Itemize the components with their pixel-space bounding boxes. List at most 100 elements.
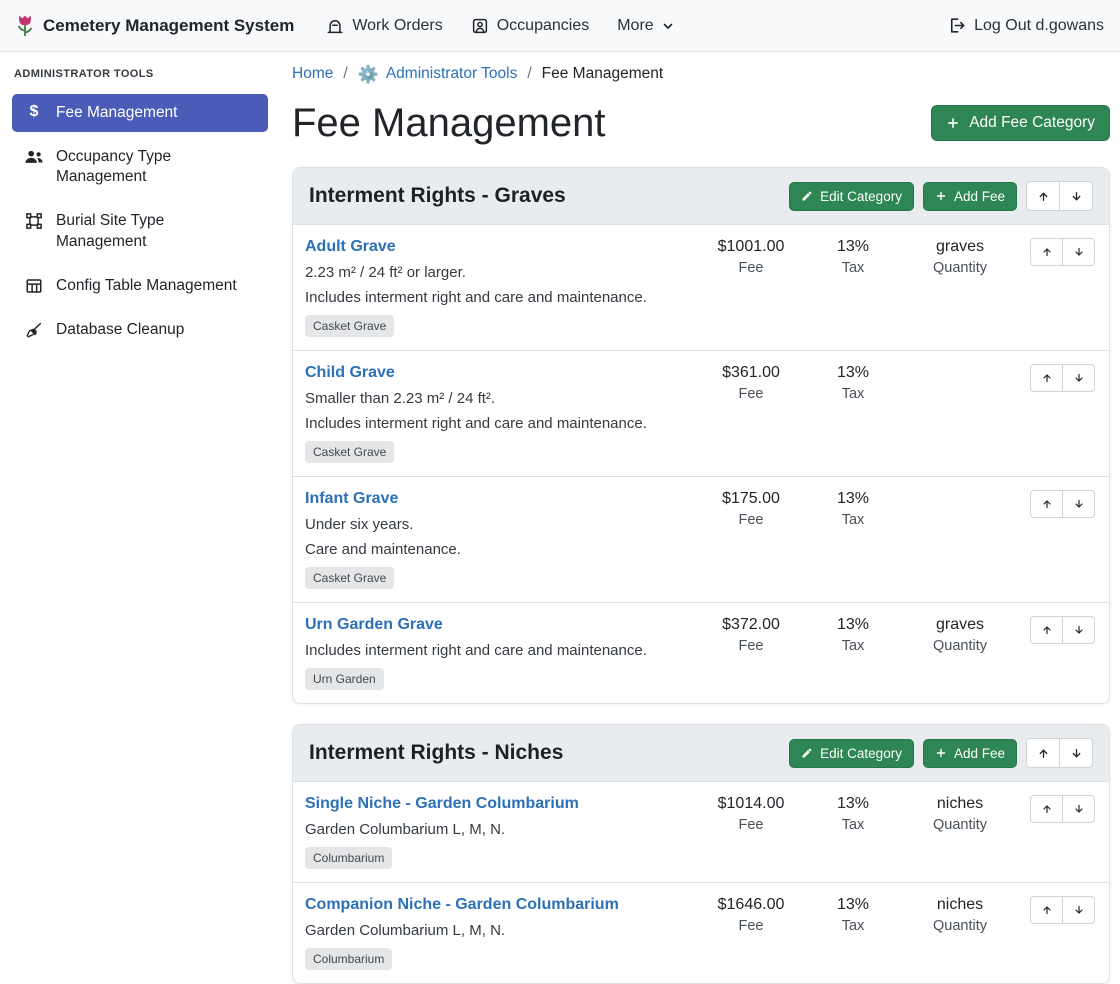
move-fee-down-button[interactable]	[1062, 490, 1095, 518]
fee-name-link[interactable]: Single Niche - Garden Columbarium	[305, 795, 579, 813]
sidebar-item-config-table-management[interactable]: Config Table Management	[12, 267, 268, 305]
fee-amount: $361.00	[701, 364, 801, 382]
move-fee-down-button[interactable]	[1062, 364, 1095, 392]
quantity-cell: graves Quantity	[905, 238, 1015, 276]
plus-icon	[935, 190, 947, 202]
fee-type-badge: Columbarium	[305, 847, 392, 869]
sidebar-item-occupancy-type-management[interactable]: Occupancy Type Management	[12, 138, 268, 196]
fee-description: Includes interment right and care and ma…	[305, 289, 701, 306]
dollar-icon: $	[24, 104, 44, 120]
breadcrumb-admin-tools-link[interactable]: ⚙️ Administrator Tools	[358, 65, 518, 83]
fee-amount: $1646.00	[701, 896, 801, 914]
logout-button[interactable]: Log Out d.gowans	[947, 16, 1104, 35]
move-fee-up-button[interactable]	[1030, 616, 1063, 644]
tax-cell: 13% Tax	[801, 795, 905, 833]
quantity-unit: graves	[905, 616, 1015, 634]
pencil-icon	[801, 747, 813, 759]
nav-occupancies[interactable]: Occupancies	[471, 17, 590, 35]
sidebar-item-database-cleanup[interactable]: Database Cleanup	[12, 311, 268, 349]
fee-label: Fee	[701, 260, 801, 276]
fee-info: Adult Grave 2.23 m² / 24 ft² or larger. …	[305, 238, 701, 337]
fee-name-link[interactable]: Urn Garden Grave	[305, 616, 443, 634]
move-fee-down-button[interactable]	[1062, 795, 1095, 823]
fee-row-single-niche: Single Niche - Garden Columbarium Garden…	[293, 782, 1109, 883]
move-fee-up-button[interactable]	[1030, 795, 1063, 823]
tax-value: 13%	[801, 795, 905, 813]
tax-cell: 13% Tax	[801, 490, 905, 528]
fee-description: Smaller than 2.23 m² / 24 ft².	[305, 390, 701, 407]
tax-label: Tax	[801, 638, 905, 654]
move-category-up-button[interactable]	[1026, 181, 1060, 211]
quantity-unit: graves	[905, 238, 1015, 256]
logout-icon	[947, 16, 966, 35]
nav-more[interactable]: More	[617, 17, 673, 35]
move-fee-up-button[interactable]	[1030, 490, 1063, 518]
tax-label: Tax	[801, 817, 905, 833]
fee-amount: $1014.00	[701, 795, 801, 813]
move-fee-down-button[interactable]	[1062, 616, 1095, 644]
breadcrumb-admin-tools-label: Administrator Tools	[386, 65, 518, 83]
fee-description: 2.23 m² / 24 ft² or larger.	[305, 264, 701, 281]
edit-category-button[interactable]: Edit Category	[789, 739, 914, 768]
fee-reorder-group	[1015, 364, 1095, 392]
fee-reorder-group	[1015, 795, 1095, 823]
work-orders-icon	[326, 17, 344, 35]
fee-amount-cell: $372.00 Fee	[701, 616, 801, 654]
move-fee-down-button[interactable]	[1062, 238, 1095, 266]
nav-occupancies-label: Occupancies	[497, 17, 590, 35]
fee-info: Companion Niche - Garden Columbarium Gar…	[305, 896, 701, 970]
quantity-label: Quantity	[905, 817, 1015, 833]
fee-label: Fee	[701, 512, 801, 528]
fee-name-link[interactable]: Companion Niche - Garden Columbarium	[305, 896, 619, 914]
category-actions: Edit Category Add Fee	[789, 738, 1093, 768]
sidebar-item-label: Config Table Management	[56, 276, 237, 296]
category-actions: Edit Category Add Fee	[789, 181, 1093, 211]
quantity-unit: niches	[905, 795, 1015, 813]
fee-amount: $175.00	[701, 490, 801, 508]
add-fee-category-button[interactable]: Add Fee Category	[931, 105, 1110, 141]
move-fee-up-button[interactable]	[1030, 238, 1063, 266]
page-title: Fee Management	[292, 99, 606, 147]
move-fee-up-button[interactable]	[1030, 364, 1063, 392]
sidebar-item-label: Fee Management	[56, 103, 178, 123]
tax-label: Tax	[801, 918, 905, 934]
move-fee-up-button[interactable]	[1030, 896, 1063, 924]
add-fee-button[interactable]: Add Fee	[923, 182, 1017, 211]
fee-reorder-group	[1015, 238, 1095, 266]
fee-name-link[interactable]: Infant Grave	[305, 490, 398, 508]
sidebar-item-burial-site-type-management[interactable]: Burial Site Type Management	[12, 202, 268, 260]
app-title: Cemetery Management System	[43, 16, 294, 36]
fee-type-badge: Urn Garden	[305, 668, 384, 690]
breadcrumb-home-link[interactable]: Home	[292, 65, 333, 83]
table-icon	[24, 277, 44, 295]
tax-cell: 13% Tax	[801, 238, 905, 276]
move-category-down-button[interactable]	[1059, 738, 1093, 768]
fee-amount-cell: $175.00 Fee	[701, 490, 801, 528]
move-category-up-button[interactable]	[1026, 738, 1060, 768]
move-fee-down-button[interactable]	[1062, 896, 1095, 924]
fee-reorder-group	[1015, 490, 1095, 518]
breadcrumb-separator: /	[343, 65, 347, 83]
quantity-label: Quantity	[905, 918, 1015, 934]
nav-work-orders[interactable]: Work Orders	[326, 17, 442, 35]
chevron-down-icon	[662, 20, 674, 32]
fee-row-companion-niche: Companion Niche - Garden Columbarium Gar…	[293, 883, 1109, 983]
fee-name-link[interactable]: Child Grave	[305, 364, 395, 382]
add-fee-button[interactable]: Add Fee	[923, 739, 1017, 768]
fee-description: Care and maintenance.	[305, 541, 701, 558]
sidebar-item-fee-management[interactable]: $ Fee Management	[12, 94, 268, 132]
app-brand[interactable]: Cemetery Management System	[16, 14, 294, 38]
tax-cell: 13% Tax	[801, 896, 905, 934]
fee-name-link[interactable]: Adult Grave	[305, 238, 396, 256]
add-fee-label: Add Fee	[954, 746, 1005, 761]
fee-label: Fee	[701, 386, 801, 402]
tax-label: Tax	[801, 260, 905, 276]
fee-label: Fee	[701, 918, 801, 934]
category-reorder-group	[1026, 181, 1093, 211]
move-category-down-button[interactable]	[1059, 181, 1093, 211]
broom-icon	[24, 321, 44, 339]
add-fee-category-label: Add Fee Category	[969, 114, 1095, 132]
gear-icon: ⚙️	[358, 66, 379, 83]
edit-category-button[interactable]: Edit Category	[789, 182, 914, 211]
fee-description: Garden Columbarium L, M, N.	[305, 922, 701, 939]
